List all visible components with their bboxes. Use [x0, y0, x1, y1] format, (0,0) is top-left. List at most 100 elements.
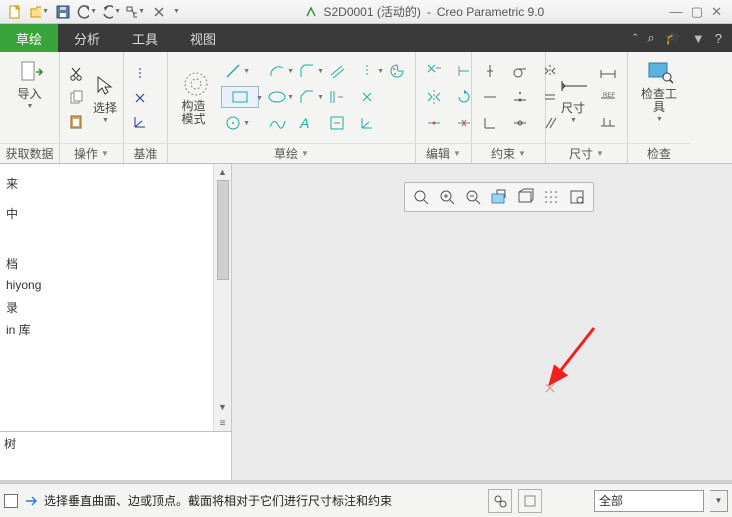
- display-style-icon[interactable]: [513, 185, 537, 209]
- baseline-dim-icon[interactable]: [598, 64, 618, 84]
- group-getdata: 获取数据: [0, 143, 59, 163]
- constrain-parallel-icon[interactable]: [538, 112, 562, 134]
- tree-footer: 树: [0, 431, 231, 455]
- datum-point-icon[interactable]: [130, 88, 150, 108]
- scroll-thumb[interactable]: [217, 180, 229, 280]
- find-icon[interactable]: [488, 489, 512, 513]
- rectangle-tool[interactable]: ▼: [221, 86, 259, 108]
- datum-csys-icon[interactable]: [130, 112, 150, 132]
- model-tree-panel: 来 中 档 hiyong 录 in 库 ▲ ▼ ≡ 树: [0, 164, 232, 480]
- circle-tool[interactable]: ▼: [221, 112, 245, 134]
- tree-scrollbar[interactable]: ▲ ▼ ≡: [213, 164, 231, 431]
- extend-tool[interactable]: [452, 60, 476, 82]
- zoom-fit-icon[interactable]: [409, 185, 433, 209]
- help-icon[interactable]: ?: [715, 31, 722, 46]
- minimize-button[interactable]: —: [670, 4, 683, 20]
- thicken-tool[interactable]: [325, 86, 349, 108]
- repaint-icon[interactable]: [487, 185, 511, 209]
- trim-tool[interactable]: [422, 60, 446, 82]
- tree-item[interactable]: 来: [4, 172, 227, 194]
- constrain-coincident-icon[interactable]: [508, 112, 532, 134]
- status-hint: 选择垂直曲面、边或顶点。截面将相对于它们进行尺寸标注和约束: [44, 492, 392, 509]
- close-window-button[interactable]: [148, 2, 170, 22]
- arc-tool[interactable]: ▼: [265, 60, 289, 82]
- mirror-tool[interactable]: [422, 86, 446, 108]
- paste-icon[interactable]: [66, 112, 86, 132]
- redo-button[interactable]: ▼: [100, 2, 122, 22]
- tab-tools[interactable]: 工具: [116, 24, 174, 52]
- saved-view-icon[interactable]: [565, 185, 589, 209]
- text-tool[interactable]: A: [295, 112, 319, 134]
- new-file-button[interactable]: [4, 2, 26, 22]
- open-file-button[interactable]: ▼: [28, 2, 50, 22]
- tree-item[interactable]: hiyong: [4, 274, 227, 296]
- select-button[interactable]: 选择 ▼: [90, 70, 120, 126]
- divide-tool[interactable]: [422, 112, 446, 134]
- constrain-midpoint-icon[interactable]: [508, 86, 532, 108]
- hint-arrow-icon: [24, 494, 38, 508]
- view-toolbar: [404, 182, 594, 212]
- constrain-vertical-icon[interactable]: [478, 60, 502, 82]
- coord-sys-tool[interactable]: [355, 112, 379, 134]
- tab-analysis[interactable]: 分析: [58, 24, 116, 52]
- combo-dropdown-icon[interactable]: ▼: [710, 490, 728, 512]
- grid-snap-icon[interactable]: [539, 185, 563, 209]
- constrain-symmetric-icon[interactable]: [538, 60, 562, 82]
- group-datum: 基准: [124, 143, 167, 163]
- group-constrain: 约束: [491, 145, 515, 162]
- ordinate-dim-icon[interactable]: [598, 112, 618, 132]
- learning-icon[interactable]: 🎓: [665, 30, 681, 46]
- qat-customize-icon[interactable]: ▼: [173, 8, 180, 15]
- spline-tool[interactable]: [265, 112, 289, 134]
- construction-mode-button[interactable]: 构造模式: [174, 68, 213, 128]
- copy-icon[interactable]: [66, 88, 86, 108]
- ribbon: 导入 ▼ 获取数据 选择 ▼ 操作▼ 基准: [0, 52, 732, 164]
- line-tool[interactable]: ▼: [221, 60, 245, 82]
- selection-filter-combo[interactable]: 全部: [594, 490, 704, 512]
- datum-centerline-icon[interactable]: [130, 64, 150, 84]
- group-dimension: 尺寸: [569, 145, 593, 162]
- constrain-tangent-icon[interactable]: [508, 60, 532, 82]
- ellipse-tool[interactable]: ▼: [265, 86, 289, 108]
- fillet-tool[interactable]: ▼: [295, 60, 319, 82]
- maximize-button[interactable]: ▢: [691, 4, 703, 20]
- inspect-button[interactable]: 检查工具 ▼: [635, 56, 683, 125]
- status-checkbox[interactable]: [4, 494, 18, 508]
- project-tool[interactable]: [325, 112, 349, 134]
- point-tool[interactable]: [355, 86, 379, 108]
- chamfer-tool[interactable]: ▼: [295, 86, 319, 108]
- group-edit: 编辑: [426, 145, 450, 162]
- tab-view[interactable]: 视图: [174, 24, 232, 52]
- zoom-out-icon[interactable]: [461, 185, 485, 209]
- close-button[interactable]: ✕: [711, 4, 722, 20]
- selection-filter-icon[interactable]: [518, 489, 542, 513]
- palette-tool[interactable]: [385, 60, 409, 82]
- scroll-down-icon[interactable]: ▼: [215, 399, 231, 415]
- constrain-equal-icon[interactable]: [538, 86, 562, 108]
- import-button[interactable]: 导入 ▼: [13, 56, 47, 112]
- tree-item[interactable]: 档: [4, 252, 227, 274]
- ref-dim-icon[interactable]: REF: [598, 88, 618, 108]
- ribbon-collapse-icon[interactable]: ˆ: [633, 31, 637, 46]
- graphics-canvas[interactable]: [232, 164, 732, 480]
- origin-marker-icon: [544, 382, 556, 394]
- undo-button[interactable]: ▼: [76, 2, 98, 22]
- offset-tool[interactable]: [325, 60, 349, 82]
- zoom-in-icon[interactable]: [435, 185, 459, 209]
- scroll-up-icon[interactable]: ▲: [215, 164, 231, 180]
- scroll-split-icon[interactable]: ≡: [215, 415, 231, 431]
- cut-icon[interactable]: [66, 64, 86, 84]
- quick-access-toolbar: ▼ ▼ ▼ ▼ ▼ S2D0001 (活动的) - Creo Parametri…: [0, 0, 732, 24]
- rotate-tool[interactable]: [452, 86, 476, 108]
- centerline-tool[interactable]: ▼: [355, 60, 379, 82]
- save-button[interactable]: [52, 2, 74, 22]
- tree-item[interactable]: 录: [4, 296, 227, 318]
- regenerate-button[interactable]: ▼: [124, 2, 146, 22]
- constrain-perpendicular-icon[interactable]: [478, 112, 502, 134]
- search-icon[interactable]: ⌕: [647, 30, 654, 46]
- tab-sketch[interactable]: 草绘: [0, 24, 58, 52]
- delete-segment-tool[interactable]: [452, 112, 476, 134]
- tree-item[interactable]: in 库: [4, 318, 227, 340]
- constrain-horizontal-icon[interactable]: [478, 86, 502, 108]
- tree-item[interactable]: 中: [4, 202, 227, 224]
